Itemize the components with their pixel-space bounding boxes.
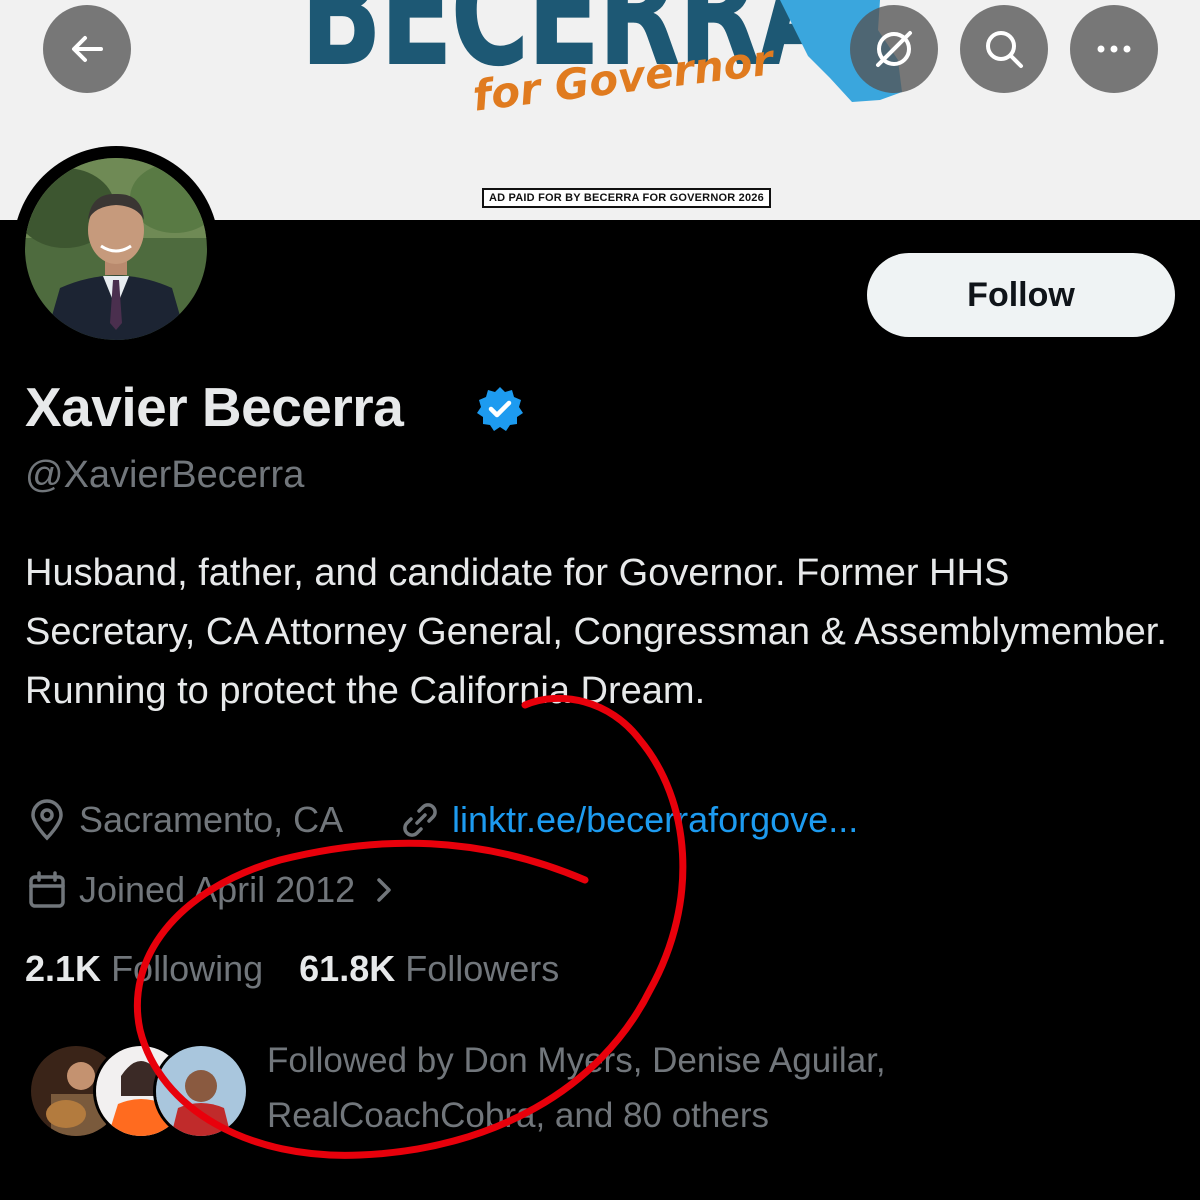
following-link[interactable]: 2.1K Following [25,948,263,989]
calendar-icon [29,871,65,908]
grok-icon [876,31,912,67]
ad-disclaimer: AD PAID FOR BY BECERRA FOR GOVERNOR 2026 [482,188,771,208]
profile-name: Xavier Becerra [25,376,404,438]
location-row: Sacramento, CA [25,798,343,842]
profile-bio: Husband, father, and candidate for Gover… [25,552,1167,712]
follow-stats: 2.1K Following 61.8K Followers [25,948,559,990]
profile-avatar[interactable] [13,146,219,352]
follower-avatar[interactable] [153,1043,249,1139]
search-button[interactable] [960,5,1048,93]
grok-button[interactable] [850,5,938,93]
arrow-left-icon [72,36,103,62]
more-button[interactable] [1070,5,1158,93]
followers-count: 61.8K [299,948,396,989]
more-icon [1097,45,1131,53]
joined-text: Joined April 2012 [79,869,356,910]
avatar-photo [25,158,207,340]
followers-link[interactable]: 61.8K Followers [299,948,559,989]
followers-label: Followers [405,948,560,989]
profile-handle: @XavierBecerra [25,454,305,496]
website-link[interactable]: linktr.ee/becerraforgove... [452,799,858,841]
search-icon [986,31,1023,68]
website-row[interactable]: linktr.ee/becerraforgove... [398,798,858,842]
location-pin-icon [31,799,63,841]
following-label: Following [111,948,264,989]
location-text: Sacramento, CA [79,799,344,840]
following-count: 2.1K [25,948,102,989]
verified-badge-icon[interactable] [476,385,524,433]
joined-row[interactable]: Joined April 2012 [25,868,399,912]
followed-by-text[interactable]: Followed by Don Myers, Denise Aguilar, R… [267,1033,1167,1143]
chevron-right-icon [377,878,391,902]
back-button[interactable] [43,5,131,93]
link-icon [403,803,437,837]
follow-button[interactable]: Follow [867,253,1175,337]
